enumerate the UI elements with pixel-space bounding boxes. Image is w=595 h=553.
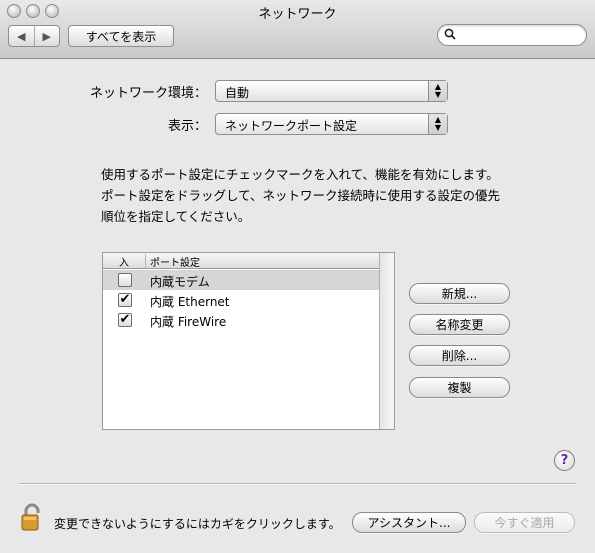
column-header-enabled[interactable]: 入	[103, 254, 146, 269]
table-row[interactable]: ✔ 内蔵 Ethernet	[103, 290, 380, 310]
enable-checkbox[interactable]: ✔	[118, 313, 132, 327]
window-title: ネットワーク	[258, 7, 337, 22]
popup-arrows-icon: ▲ ▼	[428, 114, 447, 134]
port-name: 内蔵モデム	[150, 275, 210, 289]
show-value: ネットワークポート設定	[225, 119, 358, 133]
new-button[interactable]: 新規...	[409, 283, 510, 304]
lock-message: 変更できないようにするにはカギをクリックします。	[54, 517, 341, 531]
network-preferences-window: ネットワーク ◀ ▶ すべてを表示 ネットワーク環境： 自動 ▲ ▼ 表示： ネッ…	[0, 0, 595, 553]
enable-checkbox[interactable]	[118, 273, 132, 287]
port-name: 内蔵 FireWire	[150, 315, 227, 329]
enable-checkbox[interactable]: ✔	[118, 293, 132, 307]
back-forward-control: ◀ ▶	[8, 25, 60, 47]
table-row[interactable]: ✔ 内蔵 FireWire	[103, 310, 380, 330]
search-input[interactable]	[437, 24, 587, 46]
help-button[interactable]: ?	[554, 450, 575, 471]
assistant-button[interactable]: アシスタント...	[352, 512, 466, 533]
location-value: 自動	[225, 86, 250, 100]
search-icon	[444, 28, 456, 40]
location-popup[interactable]: 自動 ▲ ▼	[215, 80, 448, 102]
column-header-port[interactable]: ポート設定	[150, 254, 200, 269]
apply-now-button[interactable]: 今すぐ適用	[474, 512, 575, 533]
toolbar: ネットワーク ◀ ▶ すべてを表示	[0, 0, 595, 59]
show-all-button[interactable]: すべてを表示	[68, 25, 174, 47]
table-header: 入 ポート設定	[103, 253, 380, 269]
forward-icon[interactable]: ▶	[33, 26, 60, 46]
vertical-scrollbar[interactable]	[379, 253, 394, 429]
description-line: ポート設定をドラッグして、ネットワーク接続時に使用する設定の優先	[101, 188, 501, 203]
divider	[19, 483, 577, 485]
delete-button[interactable]: 削除...	[409, 345, 510, 366]
description-text: 使用するポート設定にチェックマークを入れて、機能を有効にします。 ポート設定をド…	[101, 164, 541, 227]
port-configurations-table: 入 ポート設定 内蔵モデム ✔ 内蔵 Ethernet ✔ 内蔵 FireWir…	[102, 252, 395, 430]
description-line: 使用するポート設定にチェックマークを入れて、機能を有効にします。	[101, 167, 499, 182]
popup-arrows-icon: ▲ ▼	[428, 81, 447, 101]
show-label: 表示：	[168, 119, 208, 134]
location-label: ネットワーク環境：	[90, 86, 208, 101]
port-name: 内蔵 Ethernet	[150, 295, 230, 309]
duplicate-button[interactable]: 複製	[409, 377, 510, 398]
table-row[interactable]: 内蔵モデム	[103, 270, 380, 290]
description-line: 順位を指定してください。	[101, 209, 251, 224]
back-icon[interactable]: ◀	[9, 26, 34, 46]
show-popup[interactable]: ネットワークポート設定 ▲ ▼	[215, 113, 448, 135]
lock-icon[interactable]	[19, 503, 45, 533]
rename-button[interactable]: 名称変更	[409, 314, 510, 335]
